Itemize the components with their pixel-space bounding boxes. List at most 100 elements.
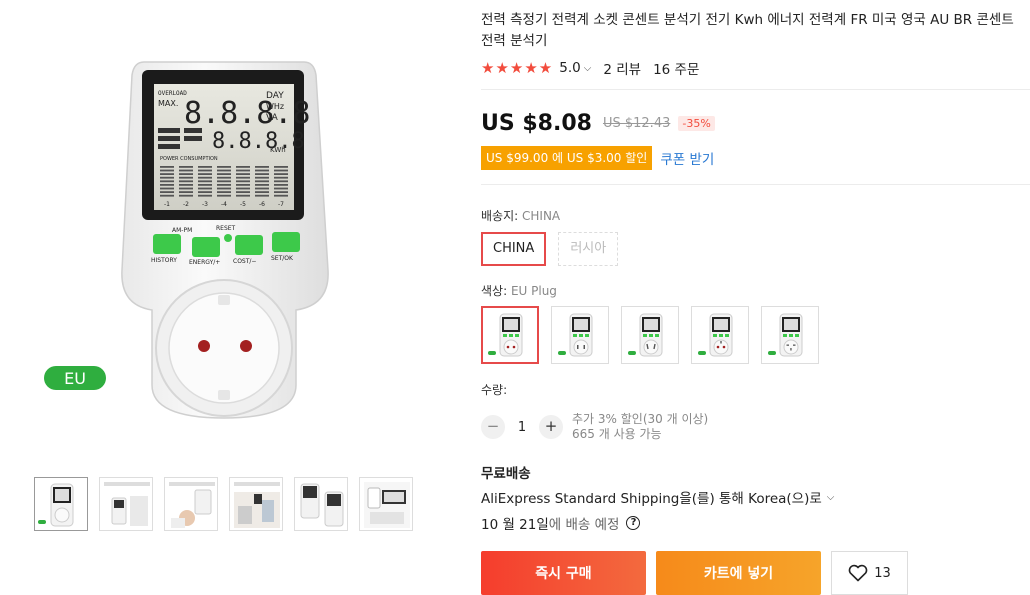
lcd-unit-day: DAY <box>266 91 284 101</box>
rating-row: ★★★★★ 5.0 ⌵ 2 리뷰 16 주문 <box>481 58 1030 78</box>
lcd-bar-segment <box>179 173 193 175</box>
lcd-bar-segment <box>198 184 212 186</box>
thumbnail[interactable] <box>359 477 413 531</box>
thumbnail[interactable] <box>99 477 153 531</box>
color-swatch[interactable] <box>761 306 819 364</box>
lcd-bar-segment <box>236 187 250 190</box>
lcd-bar-segment <box>217 194 231 197</box>
wishlist-count: 13 <box>874 565 891 581</box>
lcd-bar-segment <box>160 184 174 186</box>
lcd-bar-segment <box>255 180 269 183</box>
lcd-bar-segment <box>274 187 288 190</box>
lcd-bar-segment <box>198 187 212 190</box>
stock-available-note: 665 개 사용 가능 <box>572 427 662 441</box>
lcd-bar-segment <box>160 180 174 183</box>
lcd-bar-segment <box>160 191 174 193</box>
quantity-stepper: − 1 + 추가 3% 할인(30 개 이상) 665 개 사용 가능 <box>481 412 1030 442</box>
lcd-unit-whz: WHz <box>266 102 284 111</box>
delivery-date: 10 월 21일 <box>481 517 549 533</box>
lcd-bar-segment <box>198 166 212 168</box>
lcd-bar-segment <box>236 194 250 197</box>
bulk-discount-note: 추가 3% 할인(30 개 이상) <box>572 412 709 426</box>
quantity-input[interactable]: 1 <box>505 420 539 435</box>
color-value: EU Plug <box>510 284 557 298</box>
lcd-bar-segment <box>179 184 193 186</box>
lcd-unit-kwh: KWh <box>270 146 286 154</box>
lcd-bar-segment <box>236 173 250 175</box>
color-label: 색상: EU Plug <box>481 282 1030 299</box>
rating-value[interactable]: 5.0 <box>559 60 580 76</box>
lcd-bar-segment <box>255 166 269 168</box>
divider <box>481 89 1030 90</box>
chevron-down-icon[interactable]: ⌵ <box>827 492 835 503</box>
lcd-bar-segment <box>236 184 250 186</box>
chevron-down-icon[interactable]: ⌵ <box>584 63 592 74</box>
lcd-bar-segment <box>198 169 212 172</box>
device-history-label: HISTORY <box>151 257 177 264</box>
thumbnail[interactable] <box>229 477 283 531</box>
lcd-bar-segment <box>236 191 250 193</box>
coupon-row: US $99.00 에 US $3.00 할인 쿠폰 받기 <box>481 146 1030 170</box>
ship-from-options: CHINA 러시아 <box>481 232 1030 266</box>
lcd-bar-segment <box>179 191 193 193</box>
quantity-notes: 추가 3% 할인(30 개 이상) 665 개 사용 가능 <box>572 412 708 442</box>
shipping-method[interactable]: AliExpress Standard Shipping을(를) 통해 Kore… <box>481 487 1030 507</box>
color-swatch[interactable] <box>481 306 539 364</box>
lcd-bar-segment <box>274 184 288 186</box>
device-set-label: SET/OK <box>271 255 294 262</box>
lcd-bar-segment <box>179 187 193 190</box>
product-main-image[interactable]: OVERLOAD MAX. 8.8.8.8 DAY WHz VA 8.8.8.8… <box>34 40 414 460</box>
lcd-bar-segment <box>274 176 288 179</box>
lcd-bar-segment <box>274 169 288 172</box>
quantity-decrease-button[interactable]: − <box>481 415 505 439</box>
lcd-bar-segment <box>198 176 212 179</box>
color-swatch[interactable] <box>691 306 749 364</box>
question-circle-icon[interactable]: ? <box>626 516 641 530</box>
lcd-bar-segment <box>255 169 269 172</box>
lcd-scale-label: -5 <box>240 201 246 208</box>
thumbnail[interactable] <box>164 477 218 531</box>
lcd-bar-segment <box>198 191 212 193</box>
action-buttons: 즉시 구매 카트에 넣기 13 <box>481 551 1030 595</box>
thumbnail[interactable] <box>294 477 348 531</box>
divider <box>481 184 1030 185</box>
lcd-bar-segment <box>236 166 250 168</box>
buy-now-button[interactable]: 즉시 구매 <box>481 551 646 595</box>
lcd-bar-segment <box>255 176 269 179</box>
lcd-bar-segment <box>217 176 231 179</box>
lcd-bar-segment <box>160 194 174 197</box>
quantity-increase-button[interactable]: + <box>539 415 563 439</box>
add-to-cart-button[interactable]: 카트에 넣기 <box>656 551 821 595</box>
lcd-bar-segment <box>160 169 174 172</box>
lcd-bar-segment <box>179 166 193 168</box>
ship-from-option-china[interactable]: CHINA <box>481 232 547 266</box>
color-swatches <box>481 306 1030 364</box>
lcd-scale-label: -6 <box>259 201 265 208</box>
lcd-bar-segment <box>179 176 193 179</box>
ship-from-option-russia[interactable]: 러시아 <box>558 232 619 266</box>
lcd-overload-text: OVERLOAD <box>158 90 187 97</box>
lcd-unit-va: VA <box>266 113 279 123</box>
lcd-bar-segment <box>217 169 231 172</box>
lcd-power-text: POWER CONSUMPTION <box>160 156 218 162</box>
lcd-bar-segment <box>255 184 269 186</box>
lcd-scale-label: -7 <box>278 201 284 208</box>
lcd-bar-segment <box>274 166 288 168</box>
reviews-count[interactable]: 2 리뷰 <box>603 58 641 78</box>
get-coupon-link[interactable]: 쿠폰 받기 <box>660 148 714 168</box>
lcd-bar-segment <box>255 194 269 197</box>
lcd-bar-segment <box>198 173 212 175</box>
lcd-bar-segment <box>255 173 269 175</box>
lcd-bar-segment <box>255 187 269 190</box>
thumbnail[interactable] <box>34 477 88 531</box>
lcd-bar-segment <box>217 184 231 186</box>
thumbnail-strip <box>34 477 413 531</box>
lcd-bar-segment <box>160 173 174 175</box>
lcd-bar-segment <box>236 176 250 179</box>
shipping-method-text[interactable]: AliExpress Standard Shipping을(를) 통해 Kore… <box>481 487 822 507</box>
color-swatch[interactable] <box>551 306 609 364</box>
wishlist-button[interactable]: 13 <box>831 551 908 595</box>
color-swatch[interactable] <box>621 306 679 364</box>
ship-from-label-text: 배송지: <box>481 209 519 223</box>
lcd-scale-label: -2 <box>183 201 189 208</box>
